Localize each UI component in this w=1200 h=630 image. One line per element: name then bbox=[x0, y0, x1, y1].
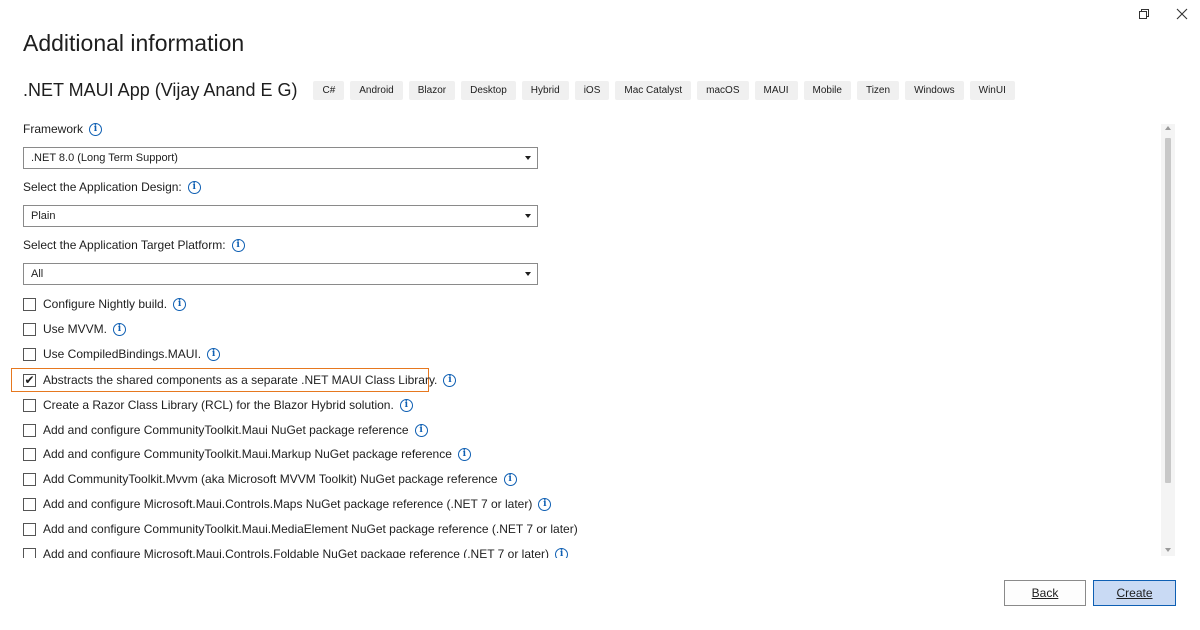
info-icon[interactable]: i bbox=[231, 238, 245, 252]
platform-select[interactable]: All bbox=[23, 263, 538, 285]
close-window-button[interactable] bbox=[1170, 4, 1194, 24]
info-icon[interactable]: i bbox=[113, 322, 127, 336]
tag-tizen: Tizen bbox=[856, 81, 900, 100]
dialog-title: Additional information bbox=[23, 30, 245, 56]
option-foldable[interactable]: Add and configure Microsoft.Maui.Control… bbox=[23, 545, 569, 558]
info-icon[interactable]: i bbox=[555, 547, 569, 558]
option-toolkit-mvvm[interactable]: Add CommunityToolkit.Mvvm (aka Microsoft… bbox=[23, 470, 517, 488]
option-use-mvvm[interactable]: Use MVVM. i bbox=[23, 320, 127, 338]
back-button[interactable]: Back bbox=[1004, 580, 1086, 606]
tag-macos: macOS bbox=[697, 81, 749, 100]
framework-value: .NET 8.0 (Long Term Support) bbox=[31, 152, 178, 164]
tag-desktop: Desktop bbox=[461, 81, 516, 100]
tag-hybrid: Hybrid bbox=[521, 81, 569, 100]
tag-csharp: C# bbox=[313, 81, 345, 100]
option-media-element[interactable]: Add and configure CommunityToolkit.Maui.… bbox=[23, 520, 578, 538]
info-icon[interactable]: i bbox=[538, 497, 552, 511]
option-nightly-build[interactable]: Configure Nightly build. i bbox=[23, 295, 187, 313]
design-select[interactable]: Plain bbox=[23, 205, 538, 227]
checkbox[interactable] bbox=[23, 423, 36, 437]
checkbox[interactable] bbox=[23, 347, 36, 361]
option-maps[interactable]: Add and configure Microsoft.Maui.Control… bbox=[23, 495, 552, 513]
info-icon[interactable]: i bbox=[399, 398, 413, 412]
info-icon[interactable]: i bbox=[207, 347, 221, 361]
framework-select[interactable]: .NET 8.0 (Long Term Support) bbox=[23, 147, 538, 169]
close-icon bbox=[1176, 8, 1188, 20]
tag-blazor: Blazor bbox=[408, 81, 456, 100]
scroll-up-icon[interactable] bbox=[1165, 126, 1171, 130]
tag-mac-catalyst: Mac Catalyst bbox=[615, 81, 692, 100]
info-icon[interactable]: i bbox=[187, 180, 201, 194]
template-name: .NET MAUI App (Vijay Anand E G) bbox=[23, 80, 298, 100]
info-icon[interactable]: i bbox=[457, 447, 471, 461]
info-icon[interactable]: i bbox=[443, 373, 457, 387]
chevron-down-icon bbox=[525, 214, 531, 218]
template-header: .NET MAUI App (Vijay Anand E G) C# Andro… bbox=[23, 80, 1015, 101]
option-toolkit-maui[interactable]: Add and configure CommunityToolkit.Maui … bbox=[23, 421, 428, 439]
option-toolkit-markup[interactable]: Add and configure CommunityToolkit.Maui.… bbox=[23, 445, 471, 463]
checkbox[interactable] bbox=[23, 398, 36, 412]
platform-label: Select the Application Target Platform: … bbox=[23, 238, 245, 252]
checkbox[interactable] bbox=[23, 522, 36, 536]
scroll-down-icon[interactable] bbox=[1165, 548, 1171, 552]
chevron-down-icon bbox=[525, 156, 531, 160]
scrollbar-thumb[interactable] bbox=[1165, 138, 1171, 483]
restore-window-button[interactable] bbox=[1132, 4, 1156, 24]
design-label: Select the Application Design: i bbox=[23, 180, 201, 194]
tag-android: Android bbox=[350, 81, 403, 100]
option-shared-class-library[interactable]: ✔ Abstracts the shared components as a s… bbox=[23, 371, 457, 389]
checkbox[interactable] bbox=[23, 472, 36, 486]
info-icon[interactable]: i bbox=[503, 472, 517, 486]
option-razor-class-library[interactable]: Create a Razor Class Library (RCL) for t… bbox=[23, 396, 413, 414]
restore-icon bbox=[1139, 9, 1149, 19]
info-icon[interactable]: i bbox=[89, 122, 103, 136]
info-icon[interactable]: i bbox=[414, 423, 428, 437]
check-icon: ✔ bbox=[24, 373, 35, 387]
checkbox[interactable] bbox=[23, 497, 36, 511]
tag-maui: MAUI bbox=[754, 81, 798, 100]
design-value: Plain bbox=[31, 210, 56, 222]
tag-mobile: Mobile bbox=[803, 81, 851, 100]
create-button[interactable]: Create bbox=[1093, 580, 1176, 606]
checkbox[interactable] bbox=[23, 547, 36, 558]
checkbox[interactable] bbox=[23, 447, 36, 461]
vertical-scrollbar[interactable] bbox=[1161, 124, 1175, 556]
tag-windows: Windows bbox=[905, 81, 964, 100]
options-scroll-area[interactable]: Framework i .NET 8.0 (Long Term Support)… bbox=[0, 118, 1180, 558]
checkbox-checked[interactable]: ✔ bbox=[23, 373, 36, 387]
chevron-down-icon bbox=[525, 272, 531, 276]
checkbox[interactable] bbox=[23, 297, 36, 311]
tag-winui: WinUI bbox=[969, 81, 1015, 100]
option-compiled-bindings[interactable]: Use CompiledBindings.MAUI. i bbox=[23, 345, 221, 363]
platform-value: All bbox=[31, 268, 44, 280]
tag-ios: iOS bbox=[574, 81, 610, 100]
framework-label: Framework i bbox=[23, 122, 103, 136]
checkbox[interactable] bbox=[23, 322, 36, 336]
info-icon[interactable]: i bbox=[173, 297, 187, 311]
